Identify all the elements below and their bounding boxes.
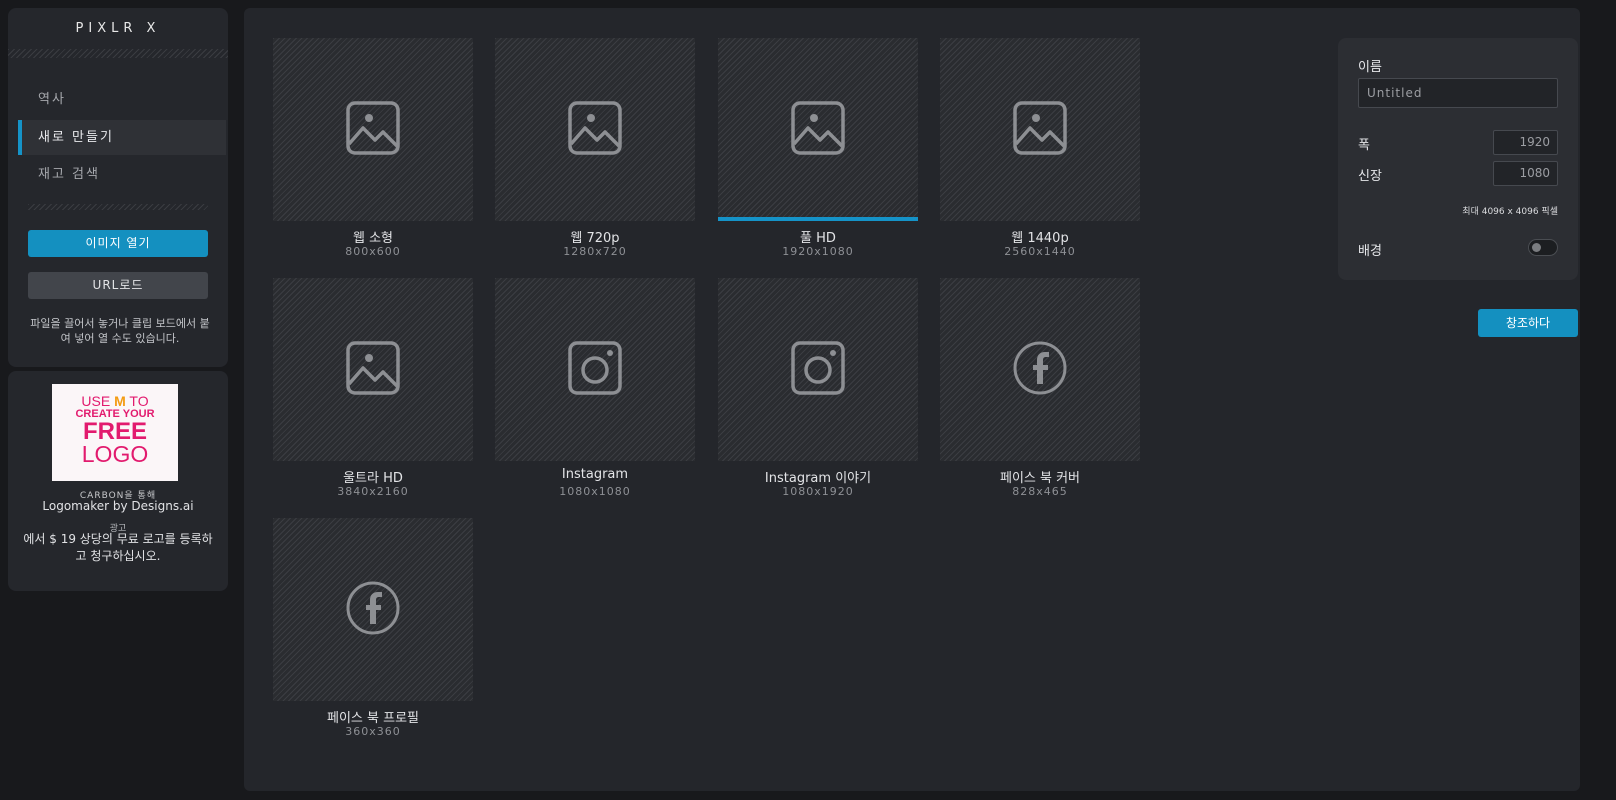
template-name: Instagram 이야기 (764, 471, 872, 486)
template-name: 페이스 북 프로필 (327, 711, 419, 726)
template-name: Instagram (561, 467, 629, 482)
facebook-icon (345, 580, 401, 636)
ad-image-text: TO (129, 393, 149, 409)
template-tile[interactable] (718, 278, 918, 461)
open-image-button[interactable]: 이미지 열기 (28, 230, 208, 257)
template-tile[interactable] (273, 518, 473, 701)
template-name: 웹 1440p (1011, 231, 1069, 246)
template-tile[interactable] (718, 38, 918, 221)
divider (8, 49, 228, 58)
template-size: 3840x2160 (337, 485, 409, 498)
ad-image[interactable]: USE M TO CREATE YOUR FREE LOGO (52, 384, 178, 481)
ad-panel: USE M TO CREATE YOUR FREE LOGO CARBON을 통… (8, 371, 228, 591)
template-size: 2560x1440 (1004, 245, 1076, 258)
template-size: 828x465 (1012, 485, 1068, 498)
width-field[interactable]: 1920 (1493, 130, 1558, 155)
create-button[interactable]: 창조하다 (1478, 309, 1578, 337)
sidebar-panel: PIXLR X 역사 새로 만들기 재고 검색 이미지 열기 URL로드 파일을… (8, 8, 228, 367)
drag-hint-text: 파일을 끌어서 놓거나 클립 보드에서 붙여 넣어 열 수도 있습니다. (30, 317, 210, 345)
name-label: 이름 (1358, 60, 1382, 75)
ad-description[interactable]: 에서 $ 19 상당의 무료 로고를 등록하고 청구하십시오. (22, 531, 214, 565)
template-tile[interactable] (940, 278, 1140, 461)
height-label: 신장 (1358, 169, 1382, 184)
instagram-icon (790, 340, 846, 396)
template-tile[interactable] (273, 278, 473, 461)
template-size: 1080x1080 (559, 485, 631, 498)
sidebar-item-stock-search[interactable]: 재고 검색 (18, 157, 226, 192)
image-icon (567, 100, 623, 156)
settings-card: 이름 Untitled 폭 1920 신장 1080 최대 4096 x 409… (1338, 38, 1578, 280)
template-size: 1280x720 (563, 245, 627, 258)
image-icon (1012, 100, 1068, 156)
template-tile[interactable] (940, 38, 1140, 221)
max-size-note: 최대 4096 x 4096 픽셀 (1462, 207, 1558, 217)
sidebar-item-history[interactable]: 역사 (18, 82, 226, 117)
background-label: 배경 (1358, 244, 1382, 259)
template-tile[interactable] (495, 278, 695, 461)
template-name: 웹 소형 (352, 231, 393, 246)
template-name: 페이스 북 커버 (999, 471, 1081, 486)
image-icon (790, 100, 846, 156)
background-toggle[interactable] (1528, 239, 1558, 256)
template-tile[interactable] (273, 38, 473, 221)
facebook-icon (1012, 340, 1068, 396)
sidebar-item-new[interactable]: 새로 만들기 (18, 120, 226, 155)
template-size: 1080x1920 (782, 485, 854, 498)
template-name: 울트라 HD (343, 471, 403, 486)
image-icon (345, 100, 401, 156)
ad-image-text: FREE (82, 418, 147, 445)
name-field[interactable]: Untitled (1358, 78, 1558, 108)
ad-image-text: USE (81, 393, 111, 409)
template-size: 1920x1080 (782, 245, 854, 258)
template-size: 360x360 (345, 725, 401, 738)
toggle-knob (1532, 243, 1541, 252)
url-load-button[interactable]: URL로드 (28, 272, 208, 299)
app-logo: PIXLR X (75, 21, 161, 36)
ad-image-text: LOGO (81, 441, 149, 467)
width-label: 폭 (1358, 138, 1370, 153)
template-tile[interactable] (495, 38, 695, 221)
image-icon (345, 340, 401, 396)
divider (28, 204, 208, 210)
height-field[interactable]: 1080 (1493, 161, 1558, 186)
instagram-icon (567, 340, 623, 396)
ad-title[interactable]: Logomaker by Designs.ai (8, 499, 228, 513)
template-name: 풀 HD (800, 231, 836, 246)
template-size: 800x600 (345, 245, 401, 258)
template-name: 웹 720p (570, 231, 620, 246)
